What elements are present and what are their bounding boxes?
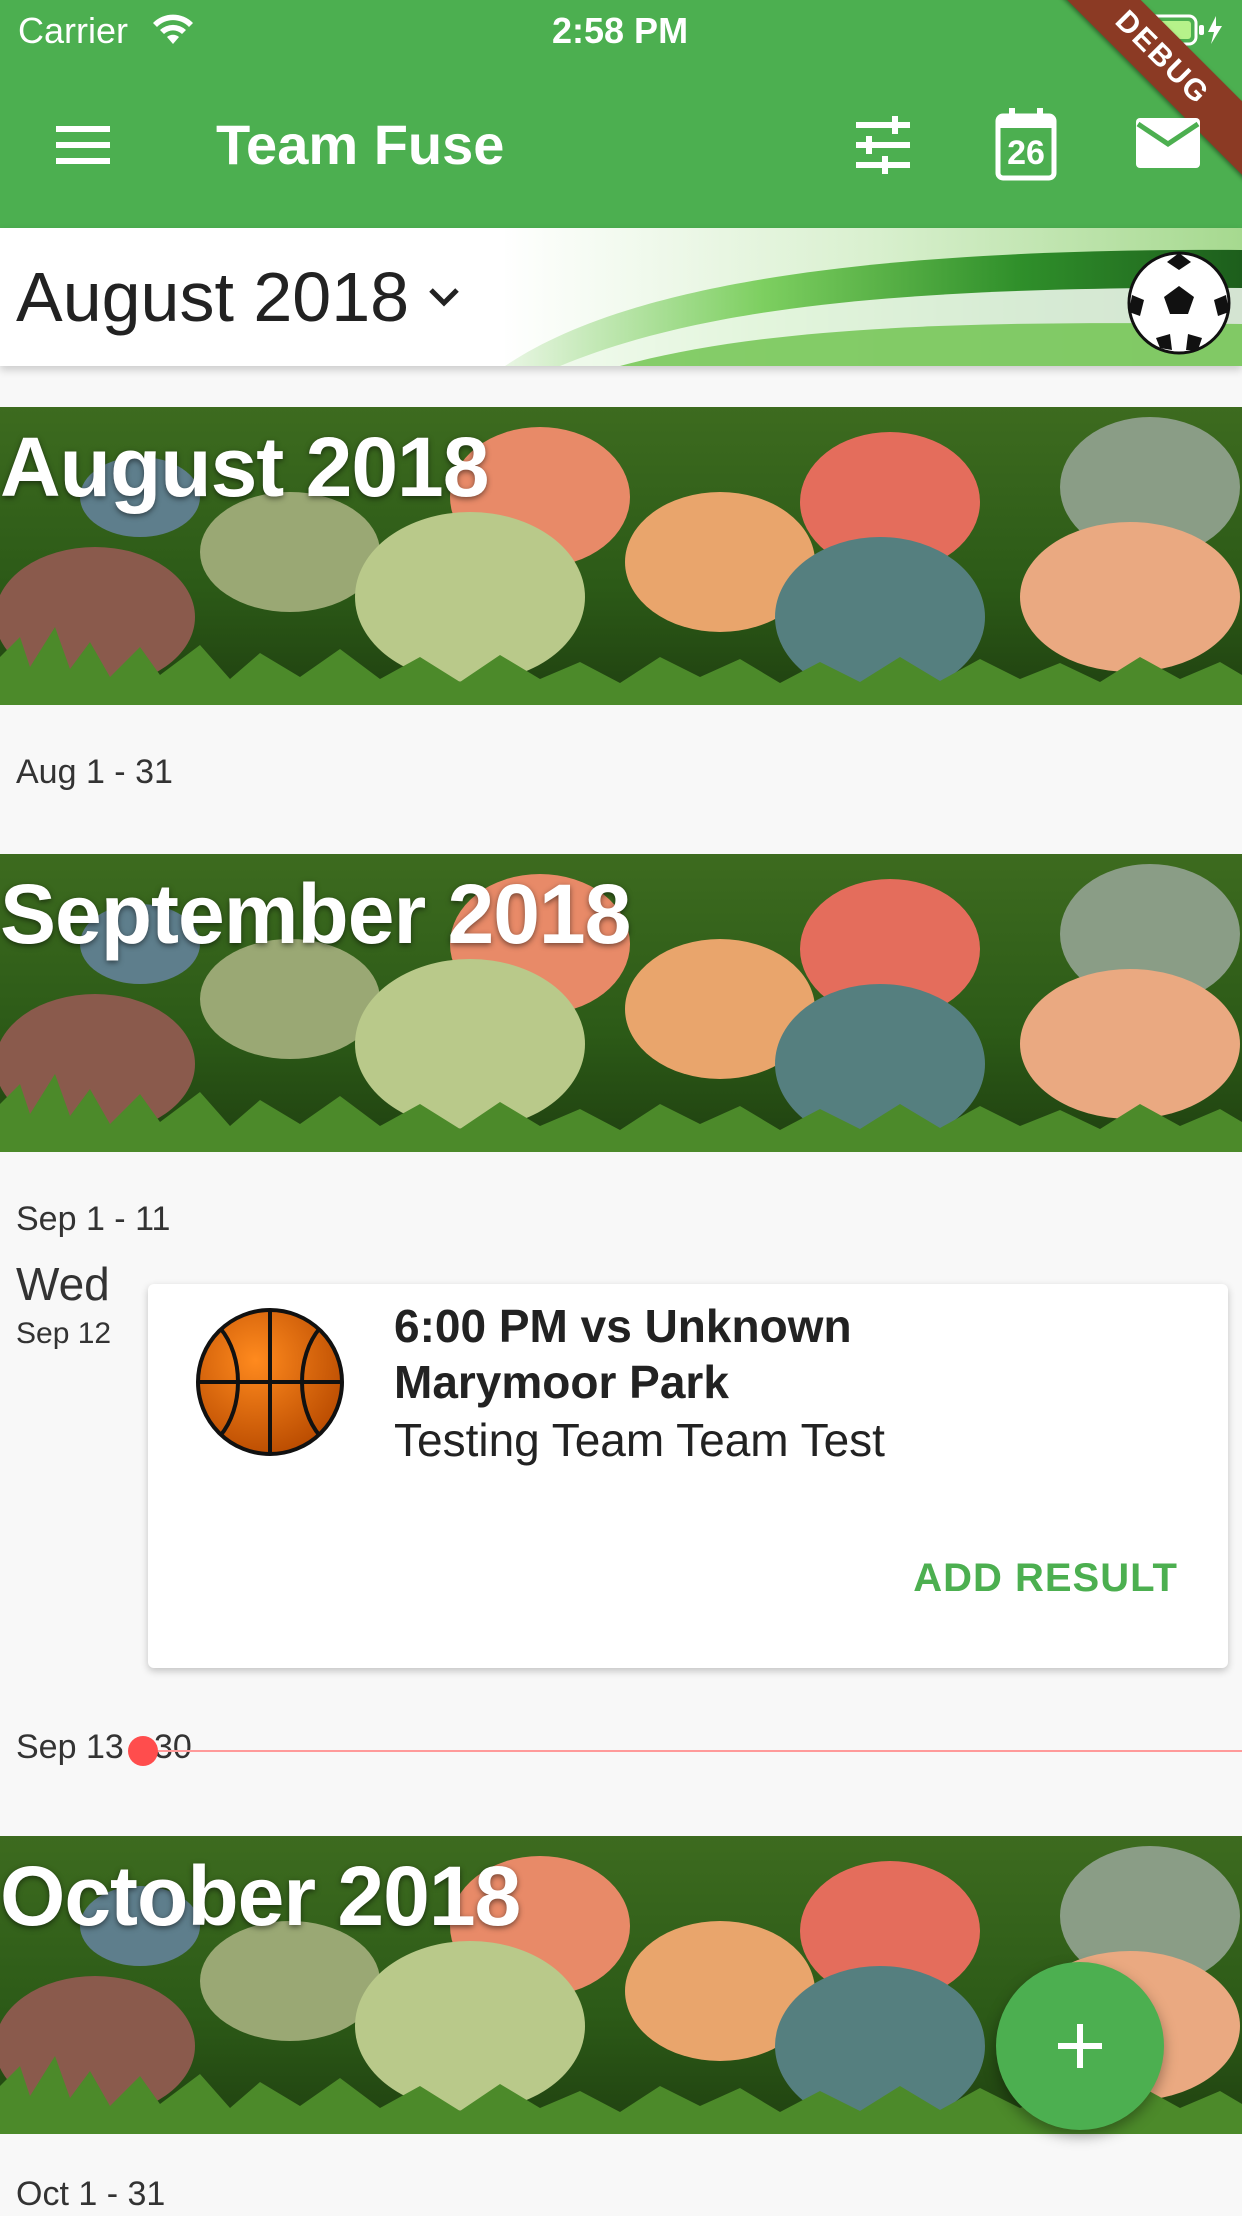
event-date: Sep 12 bbox=[16, 1317, 112, 1350]
month-selector[interactable]: August 2018 bbox=[16, 252, 469, 342]
chevron-down-icon bbox=[429, 288, 459, 307]
date-range-label: Aug 1 - 31 bbox=[16, 753, 173, 791]
wifi-icon bbox=[153, 14, 193, 44]
calendar-button[interactable]: 26 bbox=[981, 100, 1071, 190]
calendar-day-number: 26 bbox=[1007, 134, 1045, 172]
filter-button[interactable] bbox=[838, 100, 928, 190]
event-teams: Testing Team Team Test bbox=[394, 1414, 885, 1466]
basketball-icon bbox=[196, 1308, 344, 1456]
month-title: September 2018 bbox=[0, 867, 631, 961]
month-title: August 2018 bbox=[0, 420, 489, 514]
plus-icon bbox=[1058, 2024, 1102, 2068]
add-result-button[interactable]: ADD RESULT bbox=[913, 1550, 1178, 1606]
selected-month-label: August 2018 bbox=[16, 258, 410, 336]
event-location: Marymoor Park bbox=[394, 1356, 729, 1408]
date-range-label: Sep 13 - 30 bbox=[16, 1728, 192, 1766]
date-range-label: Oct 1 - 31 bbox=[16, 2175, 166, 2213]
event-card[interactable]: 6:00 PM vs Unknown Marymoor Park Testing… bbox=[148, 1284, 1228, 1668]
carrier-label: Carrier bbox=[18, 10, 129, 51]
messages-button[interactable] bbox=[1124, 100, 1214, 190]
menu-button[interactable] bbox=[38, 100, 128, 190]
event-title: 6:00 PM vs Unknown bbox=[394, 1300, 852, 1352]
month-image-september: September 2018 bbox=[0, 854, 1242, 1152]
mail-icon bbox=[1136, 118, 1200, 168]
soccer-ball-icon bbox=[1127, 251, 1231, 355]
menu-icon bbox=[56, 126, 110, 164]
filter-sliders-icon bbox=[856, 116, 910, 174]
current-time-dot bbox=[128, 1736, 158, 1766]
month-image-august: August 2018 bbox=[0, 407, 1242, 705]
event-day-name: Wed bbox=[16, 1258, 110, 1310]
month-title: October 2018 bbox=[0, 1849, 521, 1943]
add-event-button[interactable] bbox=[996, 1962, 1164, 2130]
current-time-line bbox=[140, 1750, 1242, 1752]
status-time: 2:58 PM bbox=[552, 10, 689, 51]
date-range-label: Sep 1 - 11 bbox=[16, 1200, 171, 1238]
app-title: Team Fuse bbox=[216, 113, 505, 176]
